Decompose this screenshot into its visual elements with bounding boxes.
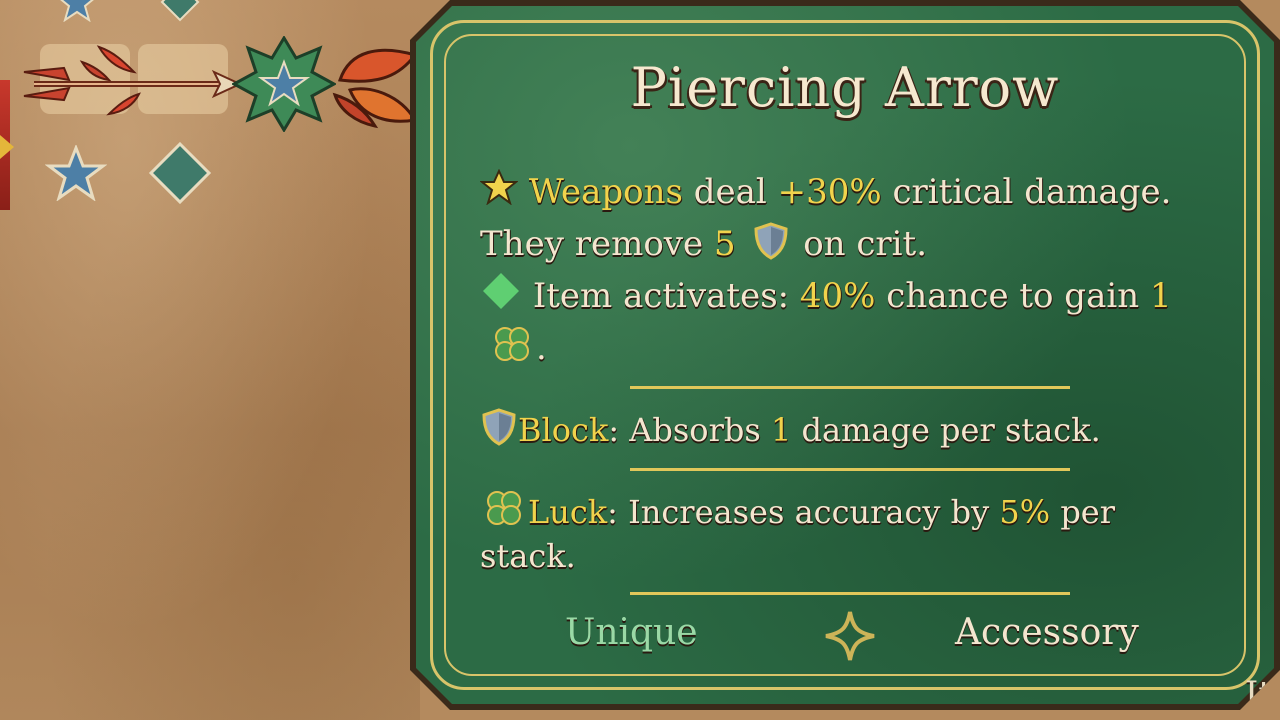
star-slot-icon	[60, 0, 94, 22]
item-title: Piercing Arrow	[630, 56, 1060, 119]
weapons-effect-text: Weapons deal +30% critical damage. They …	[480, 166, 1200, 270]
corner-label: It	[1244, 674, 1272, 714]
leaf-star-icon	[232, 36, 336, 132]
activation-effect-text: Item activates: 40% chance to gain 1 .	[480, 270, 1200, 374]
item-rarity: Unique	[565, 612, 698, 653]
weapons-keyword: Weapons	[528, 172, 683, 212]
piercing-arrow-item-icon[interactable]	[14, 42, 244, 122]
block-keyword: Block	[518, 411, 609, 449]
glossary-text: damage per stack.	[791, 411, 1101, 449]
effect-text: on crit.	[792, 224, 928, 264]
effect-text: Item activates:	[532, 276, 800, 316]
clover-icon	[480, 488, 528, 530]
diamond-slot-icon	[160, 0, 200, 22]
luck-keyword: Luck	[528, 493, 608, 531]
star-icon	[480, 169, 518, 205]
shield-icon	[480, 407, 518, 447]
luck-amount-value: 5%	[999, 493, 1051, 531]
luck-gain-value: 1	[1149, 276, 1172, 316]
section-divider	[630, 592, 1070, 595]
star-slot-icon	[45, 145, 107, 201]
shield-icon	[752, 221, 790, 261]
block-remove-value: 5	[713, 224, 736, 264]
block-amount-value: 1	[770, 411, 792, 449]
crit-bonus-value: +30%	[777, 172, 882, 212]
activation-chance-value: 40%	[799, 276, 876, 316]
four-point-star-icon	[822, 608, 878, 664]
glossary-text: : Increases accuracy by	[607, 493, 1000, 531]
effect-text: deal	[682, 172, 778, 212]
autumn-leaf-icon	[332, 48, 418, 129]
diamond-icon	[480, 271, 522, 311]
item-board	[0, 0, 420, 720]
effect-text: chance to gain	[875, 276, 1150, 316]
clover-icon	[488, 324, 536, 366]
glossary-text: : Absorbs	[608, 411, 771, 449]
diamond-slot-icon	[148, 141, 212, 205]
item-tooltip: Piercing Arrow Weapons deal +30% critica…	[410, 0, 1280, 710]
item-type: Accessory	[955, 612, 1139, 653]
section-divider	[630, 468, 1070, 471]
block-glossary: Block: Absorbs 1 damage per stack.	[480, 404, 1200, 456]
effect-text: .	[536, 328, 547, 368]
section-divider	[630, 386, 1070, 389]
luck-glossary: Luck: Increases accuracy by 5% per stack…	[480, 490, 1200, 578]
